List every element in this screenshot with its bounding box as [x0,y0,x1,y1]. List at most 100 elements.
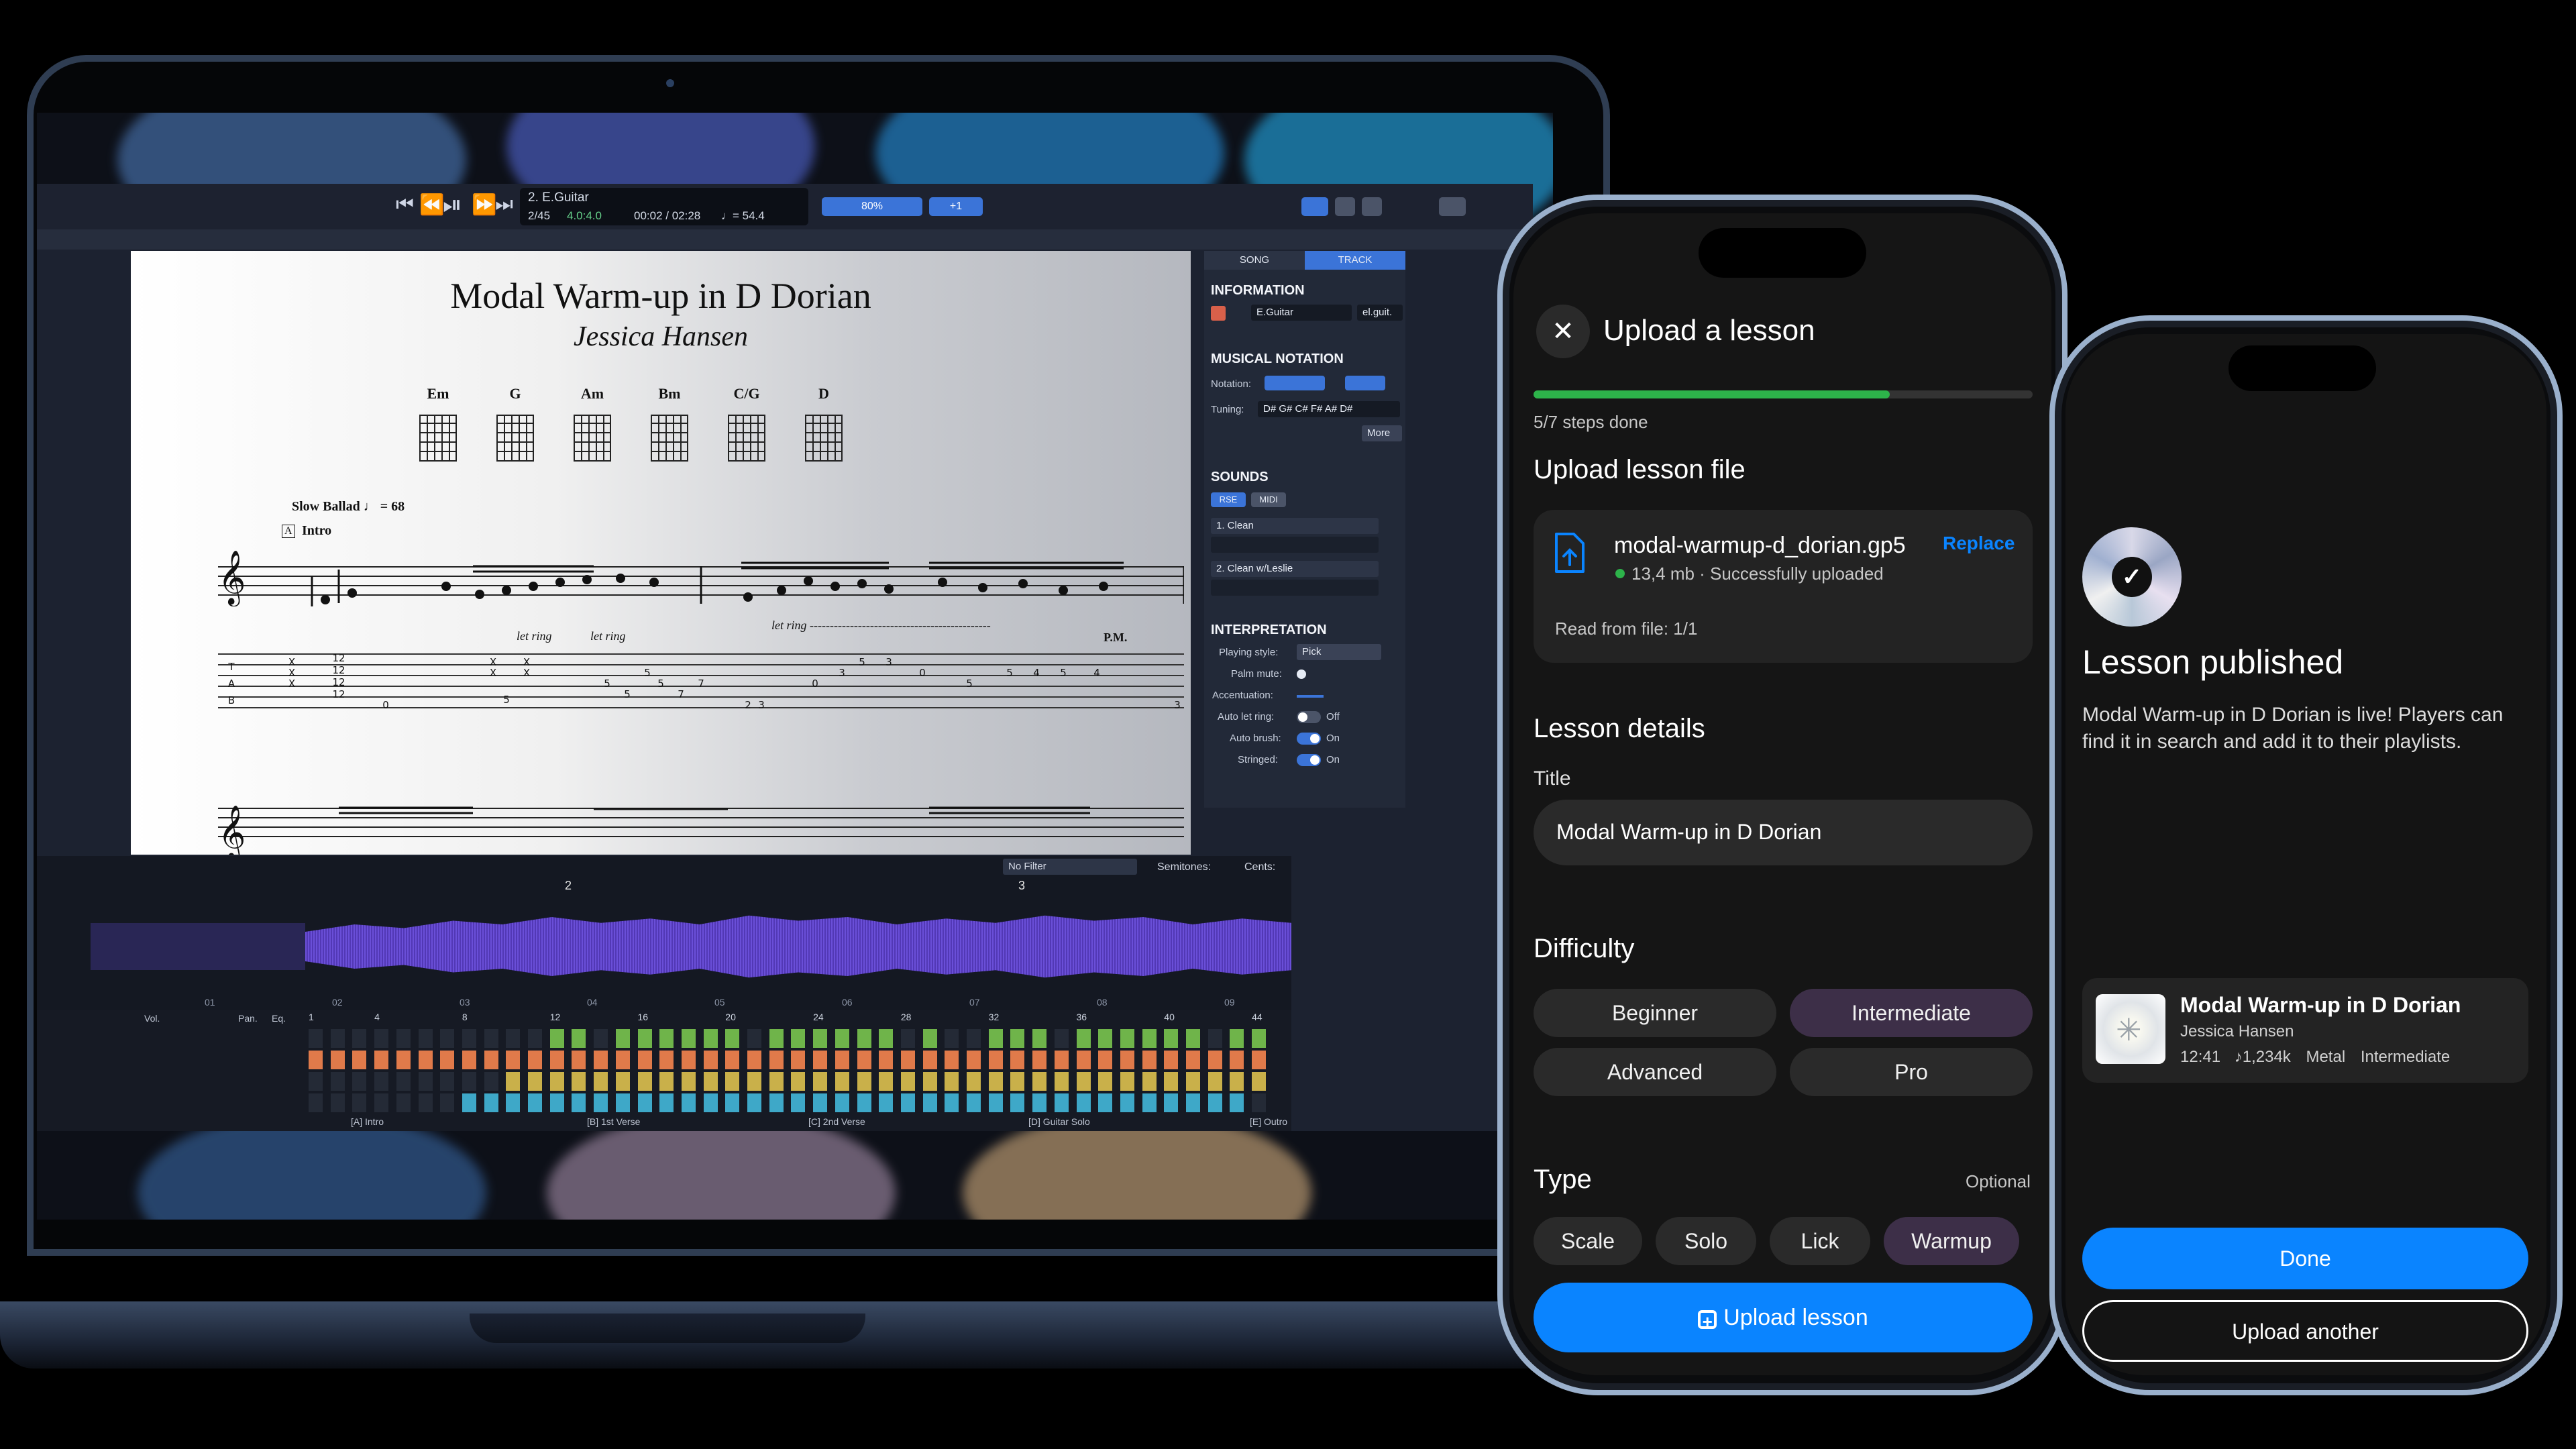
track-bar-cell[interactable] [396,1072,411,1091]
track-bar-cell[interactable] [1230,1029,1244,1048]
track-bar-cell[interactable] [1164,1093,1179,1112]
track-bar-cell[interactable] [374,1072,389,1091]
upload-another-button[interactable]: Upload another [2082,1300,2528,1362]
track-bar-cell[interactable] [681,1072,696,1091]
track-bar-cell[interactable] [396,1093,411,1112]
track-bar-cell[interactable] [484,1051,498,1069]
track-bar-cell[interactable] [967,1072,981,1091]
track-bar-cell[interactable] [1230,1051,1244,1069]
track-bar-cell[interactable] [945,1051,959,1069]
track-bar-cell[interactable] [352,1072,367,1091]
track-bar-cell[interactable] [1054,1093,1069,1112]
difficulty-intermediate[interactable]: Intermediate [1790,989,2033,1037]
accentuation-slider[interactable] [1297,695,1324,698]
track-bar-cell[interactable] [506,1072,521,1091]
track-bar-cell[interactable] [835,1029,849,1048]
track-bar-cell[interactable] [791,1093,806,1112]
sound-2-controls[interactable] [1211,580,1379,596]
type-solo[interactable]: Solo [1656,1217,1756,1265]
track-bar-cell[interactable] [659,1029,674,1048]
notation-layout-buttons[interactable] [1345,376,1385,390]
track-bar-cell[interactable] [1032,1051,1047,1069]
settings-button[interactable] [1439,197,1466,216]
track-bar-cell[interactable] [1208,1029,1222,1048]
track-bar-cell[interactable] [1054,1072,1069,1091]
track-bar-cell[interactable] [528,1072,542,1091]
track-bar-cell[interactable] [1120,1093,1134,1112]
notation-buttons[interactable] [1265,376,1325,390]
auto-brush-toggle[interactable] [1297,733,1321,745]
track-bar-cell[interactable] [440,1072,455,1091]
done-button[interactable]: Done [2082,1228,2528,1289]
marker-3[interactable]: 3 [1018,879,1025,893]
sound-2[interactable]: 2. Clean w/Leslie [1211,561,1379,577]
track-bar-cell[interactable] [506,1093,521,1112]
track-bar-cell[interactable] [637,1029,652,1048]
track-name-field[interactable]: E.Guitar [1251,305,1352,321]
track-bar-cell[interactable] [967,1051,981,1069]
track-bar-cell[interactable] [374,1029,389,1048]
title-input[interactable]: Modal Warm-up in D Dorian [1534,800,2033,865]
track-bar-cell[interactable] [1010,1093,1025,1112]
track-bar-cell[interactable] [615,1051,630,1069]
track-bar-cell[interactable] [1142,1051,1157,1069]
track-bar-cell[interactable] [528,1029,542,1048]
track-bar-cell[interactable] [922,1072,937,1091]
track-bar-cell[interactable] [1076,1093,1091,1112]
track-bar-cell[interactable] [309,1093,323,1112]
track-bar-cell[interactable] [330,1072,345,1091]
track-bar-cell[interactable] [857,1093,871,1112]
track-bar-cell[interactable] [1120,1072,1134,1091]
track-bar-cell[interactable] [813,1051,828,1069]
track-bar-cell[interactable] [615,1029,630,1048]
track-bar-cell[interactable] [659,1051,674,1069]
track-bar-cell[interactable] [857,1051,871,1069]
track-bar-cell[interactable] [813,1072,828,1091]
track-bar-cell[interactable] [330,1051,345,1069]
track-bar-cell[interactable] [900,1093,915,1112]
track-bar-cell[interactable] [1098,1072,1113,1091]
track-bar-cell[interactable] [988,1029,1003,1048]
track-bar-cell[interactable] [506,1029,521,1048]
track-bar-cell[interactable] [1252,1072,1267,1091]
track-bar-cell[interactable] [988,1051,1003,1069]
track-bar-cell[interactable] [769,1093,784,1112]
track-bar-cell[interactable] [418,1072,433,1091]
track-bar-cell[interactable] [703,1029,718,1048]
tab-song[interactable]: SONG [1204,251,1305,270]
track-row[interactable] [309,1072,1288,1092]
track-bar-cell[interactable] [1208,1072,1222,1091]
track-bar-cell[interactable] [330,1093,345,1112]
track-bar-cell[interactable] [659,1093,674,1112]
track-bar-cell[interactable] [1208,1093,1222,1112]
track-bar-cell[interactable] [549,1072,564,1091]
track-bar-cell[interactable] [309,1072,323,1091]
track-bar-cell[interactable] [572,1051,586,1069]
track-bar-cell[interactable] [922,1051,937,1069]
track-bar-cell[interactable] [484,1093,498,1112]
track-bar-cell[interactable] [440,1029,455,1048]
track-bar-cell[interactable] [1010,1029,1025,1048]
track-bar-cell[interactable] [1032,1029,1047,1048]
track-bar-cell[interactable] [725,1093,740,1112]
track-bar-cell[interactable] [549,1051,564,1069]
type-warmup[interactable]: Warmup [1884,1217,2019,1265]
lesson-card[interactable]: ✳ Modal Warm-up in D Dorian Jessica Hans… [2082,978,2528,1083]
track-bar-cell[interactable] [857,1029,871,1048]
track-row[interactable] [309,1051,1288,1071]
auto-let-ring-toggle[interactable] [1297,711,1321,723]
track-bar-cell[interactable] [791,1029,806,1048]
track-color-swatch[interactable] [1211,306,1226,321]
first-bar-icon[interactable]: ⏮ [396,193,414,216]
track-bar-cell[interactable] [988,1072,1003,1091]
track-bar-cell[interactable] [1054,1029,1069,1048]
track-bar-cell[interactable] [857,1072,871,1091]
track-bar-cell[interactable] [594,1029,608,1048]
track-bar-cell[interactable] [769,1072,784,1091]
track-bar-cell[interactable] [1142,1093,1157,1112]
track-bar-cell[interactable] [374,1093,389,1112]
track-bar-cell[interactable] [791,1072,806,1091]
mic-button[interactable] [1335,197,1355,216]
track-bar-cell[interactable] [945,1072,959,1091]
track-bar-cell[interactable] [1120,1029,1134,1048]
